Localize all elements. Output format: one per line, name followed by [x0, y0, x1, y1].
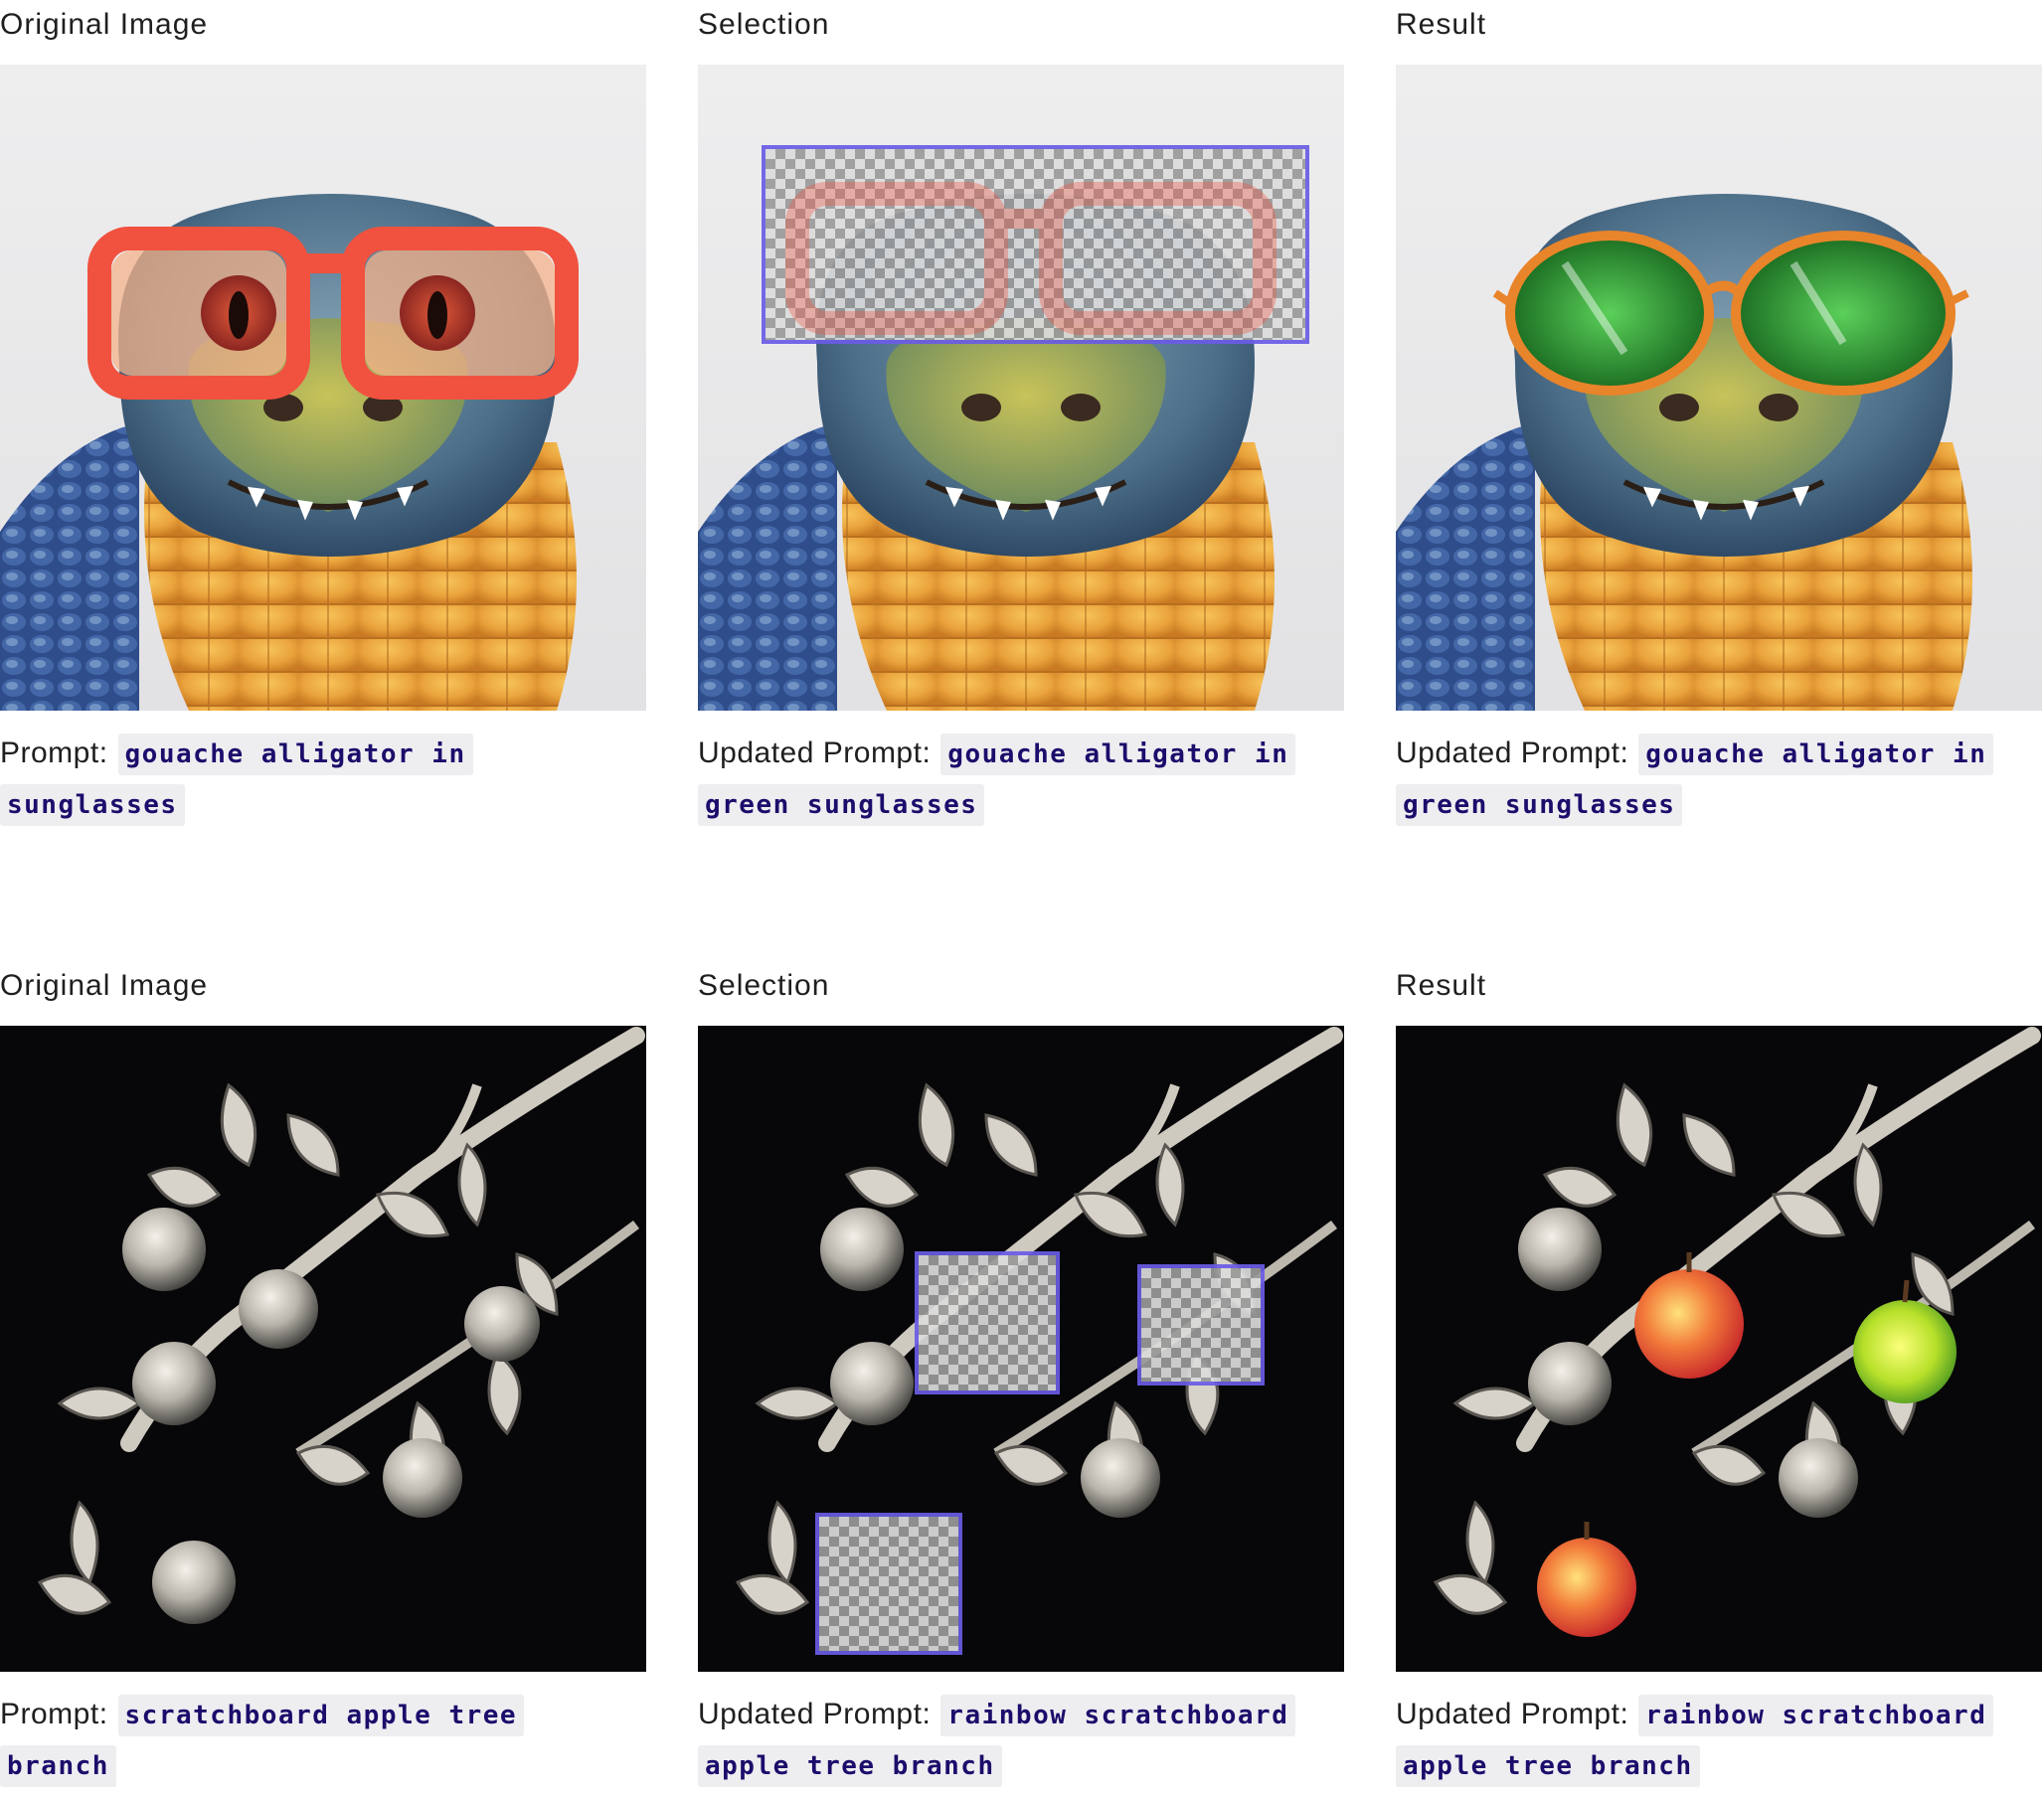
selection-box[interactable]: [762, 145, 1309, 344]
cell-original-alligator: Original Image Prompt: gouache alligator…: [0, 0, 646, 826]
cell-title: Result: [1396, 8, 1487, 41]
cell-title: Selection: [698, 969, 830, 1002]
apple-red: [1537, 1538, 1636, 1637]
cell-selection-apple: Selection Updated Prompt: rainbow scratc…: [698, 961, 1344, 1787]
prompt-line: Prompt: scratchboard apple tree branch: [0, 1690, 636, 1791]
cell-selection-alligator: Selection Updated Prompt: gouache alligat…: [698, 0, 1344, 826]
image-result-alligator: [1396, 65, 2042, 711]
prompt-label: Updated Prompt:: [1396, 736, 1629, 769]
cell-title: Selection: [698, 8, 830, 41]
image-original-alligator: [0, 65, 646, 711]
cell-title: Original Image: [0, 8, 209, 41]
alligator-illustration: [0, 65, 646, 711]
apple-branch-illustration: [0, 1026, 646, 1672]
cell-result-alligator: Result Updated Prompt: gouache alligator …: [1396, 0, 2042, 826]
apple-green: [1853, 1300, 1957, 1403]
prompt-line: Updated Prompt: gouache alligator in gree…: [1396, 729, 2032, 830]
selection-box[interactable]: [815, 1513, 962, 1655]
prompt-label: Prompt:: [0, 736, 108, 769]
alligator-illustration: [1396, 65, 2042, 711]
prompt-label: Updated Prompt:: [698, 1698, 932, 1730]
prompt-label: Updated Prompt:: [1396, 1698, 1629, 1730]
cell-title: Original Image: [0, 969, 209, 1002]
image-original-apple: [0, 1026, 646, 1672]
cell-title: Result: [1396, 969, 1487, 1002]
image-result-apple: [1396, 1026, 2042, 1672]
selection-box[interactable]: [1137, 1264, 1265, 1386]
prompt-line: Updated Prompt: gouache alligator in gree…: [698, 729, 1334, 830]
apple-red: [1634, 1269, 1744, 1379]
prompt-line: Updated Prompt: rainbow scratchboard appl…: [1396, 1690, 2032, 1791]
prompt-label: Updated Prompt:: [698, 736, 932, 769]
cell-result-apple: Result Updated Prompt: rainbow scratchbo…: [1396, 961, 2042, 1787]
apple-branch-illustration: [1396, 1026, 2042, 1672]
image-selection-alligator: [698, 65, 1344, 711]
image-selection-apple: [698, 1026, 1344, 1672]
prompt-line: Updated Prompt: rainbow scratchboard appl…: [698, 1690, 1334, 1791]
prompt-line: Prompt: gouache alligator in sunglasses: [0, 729, 636, 830]
selection-box[interactable]: [915, 1251, 1060, 1394]
prompt-label: Prompt:: [0, 1698, 108, 1730]
cell-original-apple: Original Image Prompt: scratchboard appl…: [0, 961, 646, 1787]
